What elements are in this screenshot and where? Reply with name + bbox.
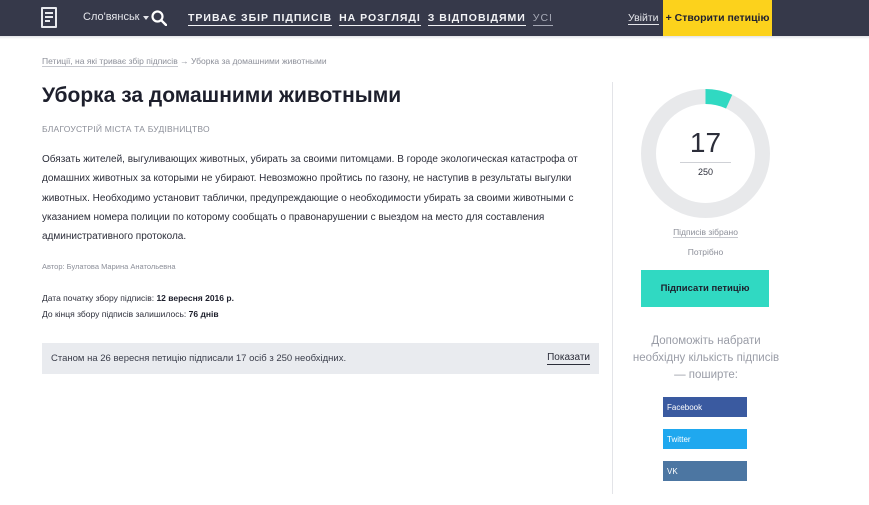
search-icon[interactable] [151, 10, 167, 26]
header-shadow [0, 36, 869, 39]
nav-item-collecting[interactable]: ТРИВАЄ ЗБІР ПІДПИСІВ [188, 12, 333, 26]
signature-goal: 250 [697, 167, 714, 177]
petition-text: Обязать жителей, выгуливающих животных, … [42, 154, 578, 243]
city-label: Сло'вянськ [83, 11, 140, 23]
nav-item-answered[interactable]: З ВІДПОВІДЯМИ [427, 12, 526, 26]
main-nav: ТРИВАЄ ЗБІР ПІДПИСІВ НА РОЗГЛЯДІ З ВІДПО… [188, 12, 553, 26]
twitter-share-button[interactable]: Twitter [663, 429, 747, 449]
vk-share-button[interactable]: VK [663, 461, 747, 481]
top-header: Сло'вянськ ТРИВАЄ ЗБІР ПІДПИСІВ НА РОЗГЛ… [0, 0, 869, 36]
nav-item-review[interactable]: НА РОЗГЛЯДІ [339, 12, 421, 26]
chevron-down-icon [142, 15, 149, 20]
count-divider [680, 162, 731, 163]
signature-count: 17 [689, 127, 722, 158]
facebook-share-button[interactable]: Facebook [663, 397, 747, 417]
nav-item-all[interactable]: УСІ [532, 12, 553, 26]
petition-category[interactable]: БЛАГОУСТРІЙ МІСТА ТА БУДІВНИЦТВО [42, 124, 210, 134]
start-date-value: 12 вересня 2016 р. [156, 293, 234, 303]
days-left-row: До кінця збору підписів залишилось: 76 д… [42, 306, 234, 322]
show-signatures-link[interactable]: Показати [547, 352, 590, 365]
collected-label: Підписів зібрано [641, 227, 770, 238]
signature-status-box: Станом на 26 вересня петицію підписали 1… [42, 343, 599, 374]
breadcrumb: Петиції, на які триває збір підписів → У… [42, 56, 327, 67]
petition-logo-icon[interactable] [41, 7, 57, 28]
create-petition-button[interactable]: + Створити петицію [663, 0, 772, 36]
needed-label: Потрібно [687, 247, 724, 257]
signature-status-text: Станом на 26 вересня петицію підписали 1… [51, 353, 347, 364]
sign-petition-button[interactable]: Підписати петицію [641, 270, 769, 307]
page-title: Уборка за домашними животными [42, 84, 402, 107]
city-selector[interactable]: Сло'вянськ [83, 11, 149, 23]
breadcrumb-current: → Уборка за домашними животными [180, 56, 327, 66]
days-left-value: 76 днів [188, 309, 219, 319]
start-date-label: Дата початку збору підписів: [42, 293, 155, 303]
login-link[interactable]: Увійти [628, 12, 659, 25]
days-left-label: До кінця збору підписів залишилось: [42, 309, 187, 319]
share-prompt: Допоможіть набрати необхідну кількість п… [632, 335, 780, 381]
column-divider [612, 82, 613, 494]
petition-dates: Дата початку збору підписів: 12 вересня … [42, 290, 234, 322]
petition-author: Автор: Булатова Марина Анатольевна [42, 262, 176, 271]
collected-label-text[interactable]: Підписів зібрано [673, 227, 738, 238]
breadcrumb-link[interactable]: Петиції, на які триває збір підписів [42, 56, 178, 67]
start-date-row: Дата початку збору підписів: 12 вересня … [42, 290, 234, 306]
